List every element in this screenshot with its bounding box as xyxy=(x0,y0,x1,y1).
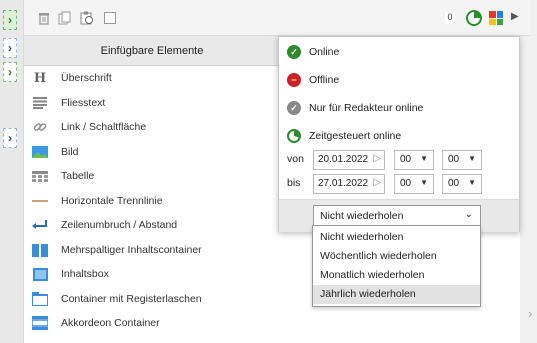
to-date-row: bis 27.01.2022 ▷ 00 ▼ 00 ▼ xyxy=(279,172,519,196)
caret-down-icon: ▼ xyxy=(468,178,476,187)
checkbox-icon[interactable] xyxy=(102,10,118,26)
element-item-hr[interactable]: Horizontale Trennlinie xyxy=(24,189,280,213)
repeat-select-value: Nicht wiederholen xyxy=(320,210,404,222)
grid-colors-icon[interactable] xyxy=(489,11,503,25)
to-date-input[interactable]: 27.01.2022 ▷ xyxy=(313,174,385,194)
from-date-row: von 20.01.2022 ▷ 00 ▼ 00 ▼ xyxy=(279,148,519,172)
status-label: Nur für Redakteur online xyxy=(309,102,424,114)
element-label: Inhaltsbox xyxy=(61,268,109,280)
check-circle-gray-icon: ✓ xyxy=(287,101,301,115)
left-gutter: › › › › xyxy=(0,0,24,343)
caret-down-icon: ▼ xyxy=(420,154,428,163)
element-item-heading[interactable]: H Überschrift xyxy=(24,66,280,90)
element-label: Mehrspaltiger Inhaltscontainer xyxy=(61,244,202,256)
element-toolbar: 0 ▶ xyxy=(24,0,530,36)
status-label: Offline xyxy=(309,74,340,86)
to-minute-value: 00 xyxy=(448,178,460,189)
caret-down-icon: ▼ xyxy=(468,154,476,163)
expand-toggle-button[interactable]: › xyxy=(3,128,17,148)
line-break-icon xyxy=(32,217,48,233)
expand-toggle-button[interactable]: › xyxy=(3,62,17,82)
from-label: von xyxy=(287,153,304,165)
status-option-scheduled[interactable]: Zeitgesteuert online xyxy=(279,125,519,147)
calendar-icon[interactable]: ▷ xyxy=(373,153,381,164)
element-item-tabs[interactable]: Container mit Registerlaschen xyxy=(24,287,280,311)
trash-icon[interactable] xyxy=(36,10,52,26)
element-label: Überschrift xyxy=(61,72,112,84)
panel-title: Einfügbare Elemente xyxy=(24,36,280,66)
from-minute-select[interactable]: 00 ▼ xyxy=(442,150,482,170)
element-label: Container mit Registerlaschen xyxy=(61,293,202,305)
to-date-value: 27.01.2022 xyxy=(318,178,369,189)
element-item-link[interactable]: Link / Schaltfläche xyxy=(24,115,280,139)
status-label: Zeitgesteuert online xyxy=(309,130,402,142)
hr-icon xyxy=(32,193,48,209)
to-hour-select[interactable]: 00 ▼ xyxy=(394,174,434,194)
to-minute-select[interactable]: 00 ▼ xyxy=(442,174,482,194)
to-label: bis xyxy=(287,177,301,189)
status-option-online[interactable]: ✓ Online xyxy=(279,41,519,63)
expand-toggle-button[interactable]: › xyxy=(3,38,17,58)
check-circle-icon: ✓ xyxy=(287,45,301,59)
tabs-icon xyxy=(32,291,48,307)
status-option-editor-only[interactable]: ✓ Nur für Redakteur online xyxy=(279,97,519,119)
link-icon xyxy=(32,119,48,135)
element-item-columns[interactable]: Mehrspaltiger Inhaltscontainer xyxy=(24,238,280,262)
to-hour-value: 00 xyxy=(400,178,412,189)
minus-circle-icon: − xyxy=(287,73,301,87)
element-label: Fliesstext xyxy=(61,97,106,109)
arrow-right-icon[interactable]: ▶ xyxy=(511,11,519,22)
image-icon xyxy=(32,144,48,160)
element-label: Bild xyxy=(61,146,79,158)
from-date-input[interactable]: 20.01.2022 ▷ xyxy=(313,150,385,170)
copy-icon[interactable] xyxy=(57,10,73,26)
chevron-down-icon: ⌄ xyxy=(464,209,473,220)
status-label: Online xyxy=(309,46,340,58)
element-item-linebreak[interactable]: Zeilenumbruch / Abstand xyxy=(24,213,280,237)
from-hour-value: 00 xyxy=(400,154,412,165)
columns-icon xyxy=(32,242,48,258)
repeat-option[interactable]: Monatlich wiederholen xyxy=(313,266,480,285)
element-item-text[interactable]: Fliesstext xyxy=(24,91,280,115)
calendar-icon[interactable]: ▷ xyxy=(373,177,381,188)
accordion-icon xyxy=(32,315,48,331)
repeat-options-list: Nicht wiederholen Wöchentlich wiederhole… xyxy=(312,225,481,307)
element-item-box[interactable]: Inhaltsbox xyxy=(24,262,280,286)
table-icon xyxy=(32,168,48,184)
repeat-select[interactable]: Nicht wiederholen ⌄ xyxy=(313,205,481,227)
element-item-image[interactable]: Bild xyxy=(24,140,280,164)
status-dropdown: ✓ Online − Offline ✓ Nur für Redakteur o… xyxy=(278,36,520,232)
element-label: Horizontale Trennlinie xyxy=(61,195,163,207)
from-date-value: 20.01.2022 xyxy=(318,154,369,165)
from-minute-value: 00 xyxy=(448,154,460,165)
repeat-option[interactable]: Wöchentlich wiederholen xyxy=(313,247,480,266)
element-label: Akkordeon Container xyxy=(61,317,160,329)
box-icon xyxy=(32,266,48,282)
element-label: Zeilenumbruch / Abstand xyxy=(61,219,178,231)
element-item-table[interactable]: Tabelle xyxy=(24,164,280,188)
repeat-option[interactable]: Jährlich wiederholen xyxy=(313,285,480,304)
caret-down-icon: ▼ xyxy=(420,178,428,187)
element-counter: 0 xyxy=(445,12,455,24)
clock-status-icon[interactable] xyxy=(466,10,482,26)
element-label: Tabelle xyxy=(61,170,95,182)
element-item-accordion[interactable]: Akkordeon Container xyxy=(24,311,280,335)
paste-icon[interactable] xyxy=(79,10,95,26)
heading-icon: H xyxy=(33,70,47,86)
text-lines-icon xyxy=(32,95,48,111)
clock-icon xyxy=(287,129,301,143)
chevron-right-icon[interactable]: › xyxy=(528,306,532,321)
element-label: Link / Schaltfläche xyxy=(61,121,147,133)
expand-toggle-button[interactable]: › xyxy=(3,10,17,30)
from-hour-select[interactable]: 00 ▼ xyxy=(394,150,434,170)
status-option-offline[interactable]: − Offline xyxy=(279,69,519,91)
repeat-option[interactable]: Nicht wiederholen xyxy=(313,228,480,247)
